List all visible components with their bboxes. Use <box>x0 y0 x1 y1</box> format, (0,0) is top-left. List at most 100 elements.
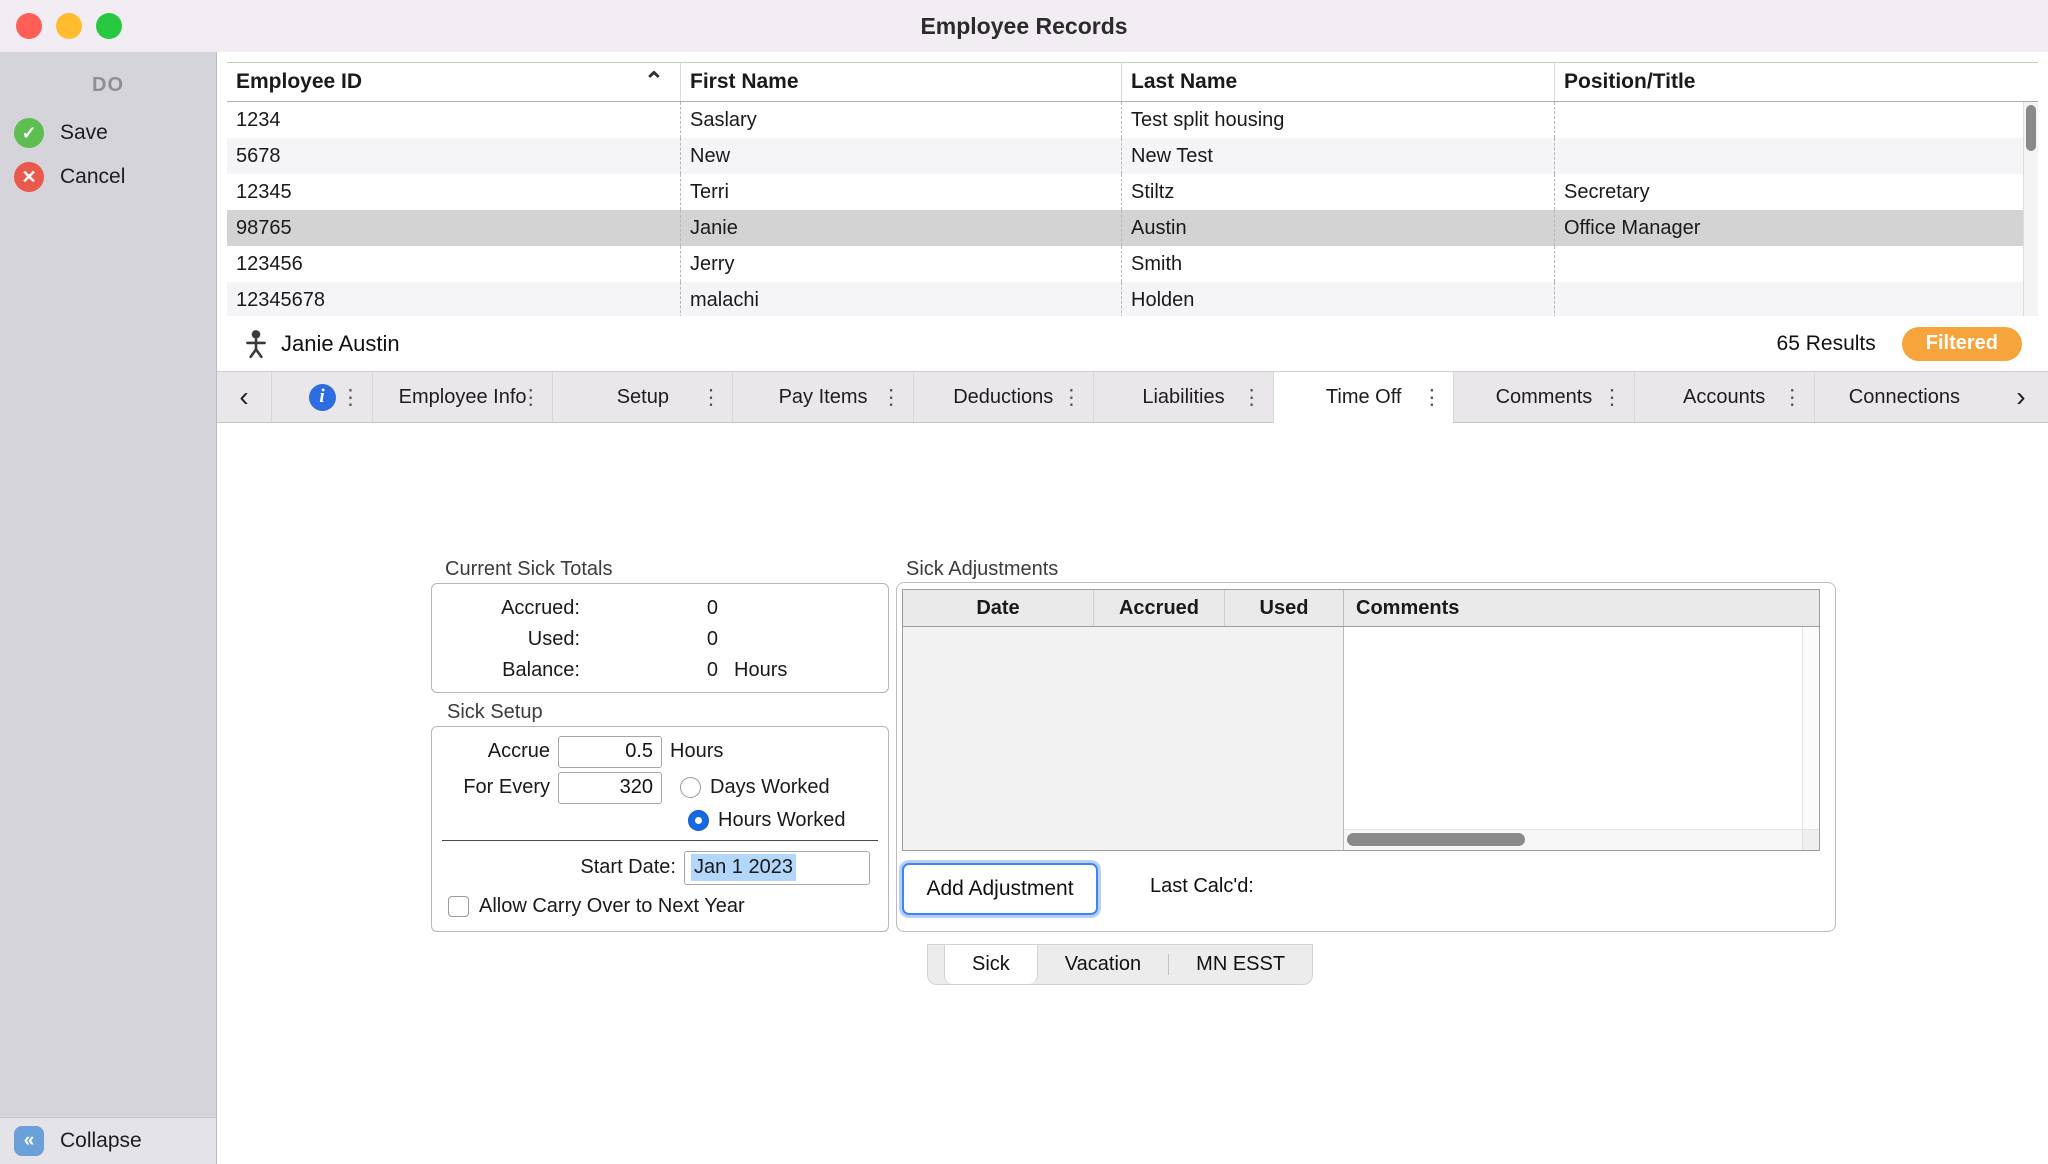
employee-table-scrollbar-thumb[interactable] <box>2026 105 2036 151</box>
close-window-button[interactable] <box>16 13 42 39</box>
save-button-label: Save <box>60 121 108 144</box>
adj-column-comments: Comments <box>1343 590 1819 626</box>
employee-row[interactable]: 12345 Terri Stiltz Secretary <box>227 174 2038 210</box>
comments-horizontal-scrollbar-thumb[interactable] <box>1347 833 1525 846</box>
last-calcd-label: Last Calc'd: <box>1150 875 1254 897</box>
bottom-tab-sick[interactable]: Sick <box>944 945 1038 984</box>
sidebar: DO ✓ Save ✕ Cancel « Collapse <box>0 52 217 1164</box>
start-date-input[interactable]: Jan 1 2023 <box>684 850 870 885</box>
scroll-tabs-right-button[interactable]: › <box>1994 372 2048 422</box>
tab-employee-info[interactable]: Employee Info ⋮ <box>372 372 552 422</box>
sick-adjustments-title: Sick Adjustments <box>906 558 1059 580</box>
accrue-unit-label: Hours <box>670 740 724 762</box>
current-record-name: Janie Austin <box>281 330 400 356</box>
sick-setup-title: Sick Setup <box>447 701 543 723</box>
employee-row[interactable]: 123456 Jerry Smith <box>227 246 2038 282</box>
tab-setup[interactable]: Setup ⋮ <box>552 372 732 422</box>
tab-liabilities[interactable]: Liabilities ⋮ <box>1092 372 1273 422</box>
tab-menu-icon[interactable]: ⋮ <box>1421 385 1442 410</box>
minimize-window-button[interactable] <box>56 13 82 39</box>
cancel-button[interactable]: ✕ Cancel <box>0 155 216 199</box>
collapse-button-label: Collapse <box>60 1129 142 1152</box>
chevron-left-icon: ‹ <box>239 381 249 412</box>
collapse-chevrons-icon: « <box>14 1126 44 1156</box>
tab-info[interactable]: i ⋮ <box>271 372 372 422</box>
tab-accounts[interactable]: Accounts ⋮ <box>1633 372 1814 422</box>
sidebar-section-label: DO <box>92 74 124 96</box>
adj-column-used: Used <box>1224 590 1343 626</box>
tab-menu-icon[interactable]: ⋮ <box>520 385 541 410</box>
column-header-first-name[interactable]: First Name <box>680 63 1121 101</box>
employee-row-selected[interactable]: 98765 Janie Austin Office Manager <box>227 210 2038 246</box>
main-area: Employee ID ⌃ First Name Last Name Posit… <box>217 52 2048 1164</box>
employee-row[interactable]: 1234 Saslary Test split housing <box>227 102 2038 138</box>
tab-connections[interactable]: Connections <box>1813 372 1994 422</box>
tab-comments[interactable]: Comments ⋮ <box>1453 372 1633 422</box>
hours-worked-label: Hours Worked <box>718 808 846 831</box>
titlebar: Employee Records <box>0 0 2048 53</box>
person-icon <box>246 329 266 358</box>
adjustments-comments-panel[interactable] <box>1343 627 1819 850</box>
tab-pay-items[interactable]: Pay Items ⋮ <box>732 372 912 422</box>
info-icon: i <box>308 383 336 411</box>
scroll-tabs-left-button[interactable]: ‹ <box>217 372 271 422</box>
tab-menu-icon[interactable]: ⋮ <box>1782 385 1803 410</box>
bottom-tab-mn-esst[interactable]: MN ESST <box>1169 945 1312 984</box>
save-button[interactable]: ✓ Save <box>0 111 216 155</box>
column-header-last-name[interactable]: Last Name <box>1121 63 1554 101</box>
days-worked-radio[interactable] <box>680 777 701 798</box>
tab-menu-icon[interactable]: ⋮ <box>700 385 721 410</box>
sick-adjustments-table: Date Accrued Used Comments <box>902 589 1820 851</box>
filtered-badge[interactable]: Filtered <box>1901 326 2022 361</box>
setup-divider <box>442 840 878 841</box>
accrue-label: Accrue <box>487 740 550 762</box>
sort-ascending-icon[interactable]: ⌃ <box>644 67 664 96</box>
record-bar: Janie Austin 65 Results Filtered <box>217 316 2048 371</box>
traffic-lights <box>16 13 122 39</box>
current-sick-totals-title: Current Sick Totals <box>445 558 613 580</box>
sick-setup-group: Accrue Hours For Every Days Worked Hours… <box>431 726 889 932</box>
for-every-row: For Every Days Worked <box>440 771 880 804</box>
column-header-position[interactable]: Position/Title <box>1554 63 2024 101</box>
cancel-button-label: Cancel <box>60 165 126 188</box>
scrollbar-corner <box>1802 829 1819 850</box>
add-adjustment-button[interactable]: Add Adjustment <box>902 863 1098 915</box>
employee-table-body: 1234 Saslary Test split housing 5678 New… <box>227 102 2038 318</box>
tab-menu-icon[interactable]: ⋮ <box>1241 385 1262 410</box>
tab-menu-icon[interactable]: ⋮ <box>881 385 902 410</box>
for-every-label: For Every <box>463 776 550 798</box>
adj-column-date: Date <box>976 596 1020 619</box>
employee-table: Employee ID ⌃ First Name Last Name Posit… <box>227 62 2038 318</box>
carry-over-checkbox[interactable] <box>448 895 469 917</box>
adj-column-accrued: Accrued <box>1093 590 1224 626</box>
start-date-row: Start Date: Jan 1 2023 <box>440 849 880 886</box>
tab-deductions[interactable]: Deductions ⋮ <box>912 372 1093 422</box>
accrue-hours-input[interactable] <box>558 735 662 768</box>
sick-adjustments-body <box>903 627 1819 850</box>
tab-menu-icon[interactable]: ⋮ <box>1602 385 1623 410</box>
results-count: 65 Results <box>1776 331 1876 355</box>
comments-vertical-scrollbar[interactable] <box>1802 627 1819 830</box>
totals-used-row: Used: 0 <box>527 628 718 650</box>
cancel-x-icon: ✕ <box>14 162 44 192</box>
current-sick-totals-group: Accrued: 0 Used: 0 Balance: 0 Hours <box>431 583 889 693</box>
collapse-button[interactable]: « Collapse <box>0 1117 216 1164</box>
tab-time-off[interactable]: Time Off ⋮ <box>1273 372 1454 423</box>
hours-worked-radio[interactable] <box>688 809 709 831</box>
time-off-bottom-tabs: Sick Vacation MN ESST <box>927 944 1314 985</box>
totals-balance-row: Balance: 0 Hours <box>502 659 788 681</box>
employee-table-header: Employee ID ⌃ First Name Last Name Posit… <box>227 63 2038 102</box>
bottom-tab-vacation[interactable]: Vacation <box>1038 945 1168 984</box>
accrue-row: Accrue Hours <box>440 735 880 768</box>
employee-table-scrollbar[interactable] <box>2023 102 2038 317</box>
tab-bar: ‹ i ⋮ Employee Info ⋮ Setup ⋮ Pay Items ⋮ D… <box>217 371 2048 423</box>
column-header-employee-id[interactable]: Employee ID ⌃ <box>227 63 680 101</box>
start-date-selected-text: Jan 1 2023 <box>691 854 796 881</box>
for-every-input[interactable] <box>558 771 662 804</box>
zoom-window-button[interactable] <box>96 13 122 39</box>
employee-row[interactable]: 12345678 malachi Holden <box>227 282 2038 318</box>
tab-menu-icon[interactable]: ⋮ <box>340 385 361 410</box>
employee-row[interactable]: 5678 New New Test <box>227 138 2038 174</box>
tab-menu-icon[interactable]: ⋮ <box>1061 385 1082 410</box>
comments-horizontal-scrollbar[interactable] <box>1344 829 1803 850</box>
